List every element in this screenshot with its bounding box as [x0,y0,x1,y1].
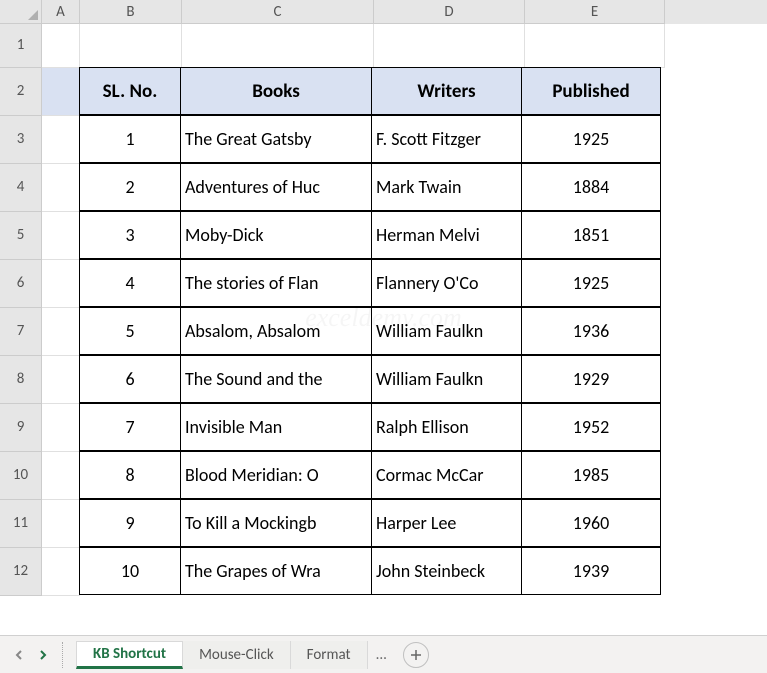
table-cell[interactable]: 1 [79,115,181,163]
table-cell[interactable]: 6 [79,355,181,403]
tab-divider [62,642,72,668]
plus-icon [410,649,422,661]
column-header[interactable]: E [525,0,665,24]
table-cell[interactable]: 8 [79,451,181,499]
table-cell[interactable]: 10 [79,547,181,595]
table-cell[interactable]: Absalom, Absalom [180,307,372,355]
column-headers: A B C D E [42,0,767,24]
cell[interactable] [42,260,80,308]
sheet-tab[interactable]: Format [291,641,368,669]
cell[interactable] [42,308,80,356]
worksheet-area: A B C D E 1 2 3 4 5 6 7 8 9 10 11 12 SL.… [0,0,767,635]
table-cell[interactable]: 1939 [521,547,661,595]
row-header[interactable]: 10 [0,452,42,500]
table-cell[interactable]: 1936 [521,307,661,355]
column-header[interactable]: A [42,0,80,24]
cell[interactable] [42,212,80,260]
row-header[interactable]: 5 [0,212,42,260]
column-header[interactable]: D [374,0,525,24]
cell-grid: SL. No. Books Writers Published 1 The Gr… [42,24,665,596]
row-header[interactable]: 8 [0,356,42,404]
table-cell[interactable]: 5 [79,307,181,355]
table-cell[interactable]: William Faulkn [371,355,522,403]
cell[interactable] [42,452,80,500]
cell[interactable] [80,24,182,68]
row-header[interactable]: 9 [0,404,42,452]
table-cell[interactable]: 1985 [521,451,661,499]
row-header[interactable]: 6 [0,260,42,308]
sheet-tab[interactable]: Mouse-Click [183,641,291,669]
cell[interactable] [42,164,80,212]
new-sheet-button[interactable] [403,642,429,668]
select-all-corner[interactable] [0,0,42,24]
table-cell[interactable]: 1884 [521,163,661,211]
column-header[interactable]: B [80,0,182,24]
tab-nav-next[interactable] [32,644,54,666]
row-header[interactable]: 12 [0,548,42,596]
table-cell[interactable]: The Sound and the [180,355,372,403]
table-cell[interactable]: 1851 [521,211,661,259]
table-cell[interactable]: The stories of Flan [180,259,372,307]
table-cell[interactable]: 2 [79,163,181,211]
tab-nav-prev[interactable] [8,644,30,666]
table-cell[interactable]: To Kill a Mockingb [180,499,372,547]
table-cell[interactable]: 1960 [521,499,661,547]
header-cell-published[interactable]: Published [521,67,661,115]
column-header[interactable]: C [182,0,374,24]
cell[interactable] [42,116,80,164]
cell[interactable] [525,24,665,68]
table-cell[interactable]: Adventures of Huc [180,163,372,211]
table-cell[interactable]: Moby-Dick [180,211,372,259]
sheet-tab-more[interactable]: ... [368,646,395,664]
table-cell[interactable]: 1925 [521,259,661,307]
table-cell[interactable]: 1929 [521,355,661,403]
table-cell[interactable]: Cormac McCar [371,451,522,499]
table-cell[interactable]: Invisible Man [180,403,372,451]
row-header[interactable]: 7 [0,308,42,356]
row-header[interactable]: 1 [0,24,42,68]
table-cell[interactable]: 1925 [521,115,661,163]
header-cell-sl[interactable]: SL. No. [79,67,181,115]
table-cell[interactable]: 3 [79,211,181,259]
row-header[interactable]: 11 [0,500,42,548]
cell[interactable] [42,356,80,404]
row-header[interactable]: 3 [0,116,42,164]
sheet-tab-active[interactable]: KB Shortcut [76,641,183,669]
cell[interactable] [42,548,80,596]
table-cell[interactable]: Ralph Ellison [371,403,522,451]
cell[interactable] [42,404,80,452]
table-cell[interactable]: 9 [79,499,181,547]
table-cell[interactable]: John Steinbeck [371,547,522,595]
row-headers: 1 2 3 4 5 6 7 8 9 10 11 12 [0,24,42,596]
table-cell[interactable]: 4 [79,259,181,307]
cell[interactable] [42,68,80,116]
row-header[interactable]: 4 [0,164,42,212]
sheet-tab-strip: KB Shortcut Mouse-Click Format ... [0,635,767,673]
row-header[interactable]: 2 [0,68,42,116]
cell[interactable] [374,24,525,68]
table-cell[interactable]: Blood Meridian: O [180,451,372,499]
table-cell[interactable]: 1952 [521,403,661,451]
table-cell[interactable]: William Faulkn [371,307,522,355]
table-cell[interactable]: Herman Melvi [371,211,522,259]
table-cell[interactable]: Harper Lee [371,499,522,547]
header-cell-books[interactable]: Books [180,67,372,115]
table-cell[interactable]: Mark Twain [371,163,522,211]
table-cell[interactable]: The Grapes of Wra [180,547,372,595]
header-cell-writers[interactable]: Writers [371,67,522,115]
table-cell[interactable]: F. Scott Fitzger [371,115,522,163]
table-cell[interactable]: The Great Gatsby [180,115,372,163]
cell[interactable] [42,24,80,68]
table-cell[interactable]: 7 [79,403,181,451]
cell[interactable] [42,500,80,548]
table-cell[interactable]: Flannery O'Co [371,259,522,307]
cell[interactable] [182,24,374,68]
